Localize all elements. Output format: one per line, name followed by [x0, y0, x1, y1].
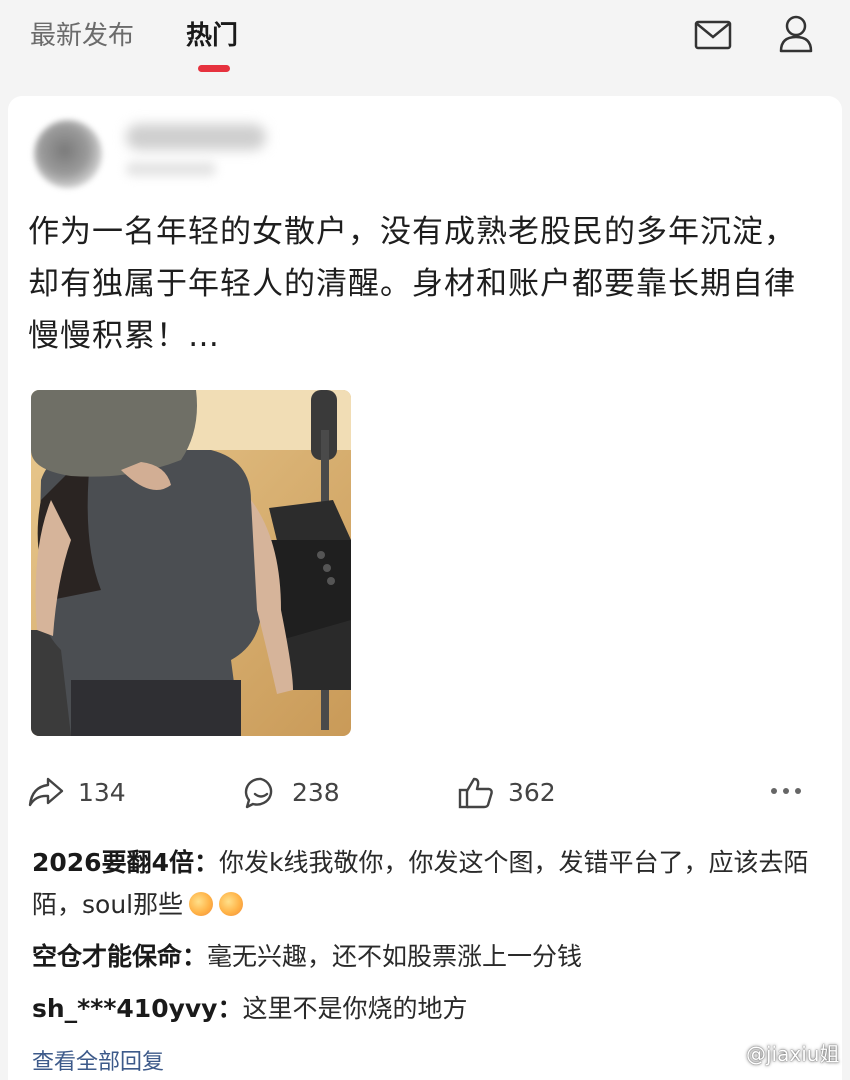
tab-latest[interactable]: 最新发布 [30, 18, 134, 54]
comment-icon [244, 776, 278, 823]
comment-count: 238 [292, 778, 340, 807]
post-photo[interactable] [31, 390, 351, 736]
post-author[interactable] [34, 116, 294, 196]
comment-author[interactable]: 空仓才能保命： [32, 942, 207, 971]
post-text[interactable]: 作为一名年轻的女散户，没有成熟老股民的多年沉淀，却有独属于年轻人的清醒。身材和账… [28, 206, 818, 362]
comment-item[interactable]: 空仓才能保命：毫无兴趣，还不如股票涨上一分钱 [32, 936, 822, 978]
tab-hot[interactable]: 热门 [186, 18, 238, 54]
comment-item[interactable]: 2026要翻4倍：你发k线我敬你，你发这个图，发错平台了，应该去陌陌，soul那… [32, 842, 822, 926]
watermark: @jiaxiu姐 [718, 1040, 839, 1072]
view-all-replies-link[interactable]: 查看全部回复 [32, 1048, 164, 1078]
comment-author[interactable]: 2026要翻4倍： [32, 848, 219, 877]
share-icon [28, 776, 64, 812]
author-meta-blurred [126, 162, 216, 176]
comment-list: 2026要翻4倍：你发k线我敬你，你发这个图，发错平台了，应该去陌陌，soul那… [32, 842, 822, 1040]
share-count: 134 [78, 778, 126, 807]
laughing-emoji-icon [219, 892, 244, 916]
user-icon[interactable] [778, 14, 814, 58]
like-count: 362 [508, 778, 556, 807]
comment-item[interactable]: sh_***410yvy：这里不是你烧的地方 [32, 988, 822, 1030]
thumbs-up-icon [458, 776, 494, 814]
comment-text: 毫无兴趣，还不如股票涨上一分钱 [207, 942, 583, 971]
comment-author[interactable]: sh_***410yvy： [32, 994, 242, 1023]
laughing-emoji-icon [189, 892, 214, 916]
watermark-text: @jiaxiu姐 [746, 1042, 840, 1066]
more-options-button[interactable] [768, 768, 818, 818]
mail-icon[interactable] [694, 20, 732, 54]
weibo-logo-icon [718, 1043, 744, 1072]
top-bar: 最新发布 热门 [0, 0, 850, 88]
active-tab-indicator [198, 65, 230, 72]
avatar[interactable] [34, 120, 102, 188]
post-card: 作为一名年轻的女散户，没有成熟老股民的多年沉淀，却有独属于年轻人的清醒。身材和账… [8, 96, 842, 1080]
post-actions: 134 238 362 [28, 768, 828, 818]
more-icon [768, 776, 804, 810]
author-name-blurred [126, 124, 266, 150]
comment-text: 这里不是你烧的地方 [242, 994, 468, 1023]
